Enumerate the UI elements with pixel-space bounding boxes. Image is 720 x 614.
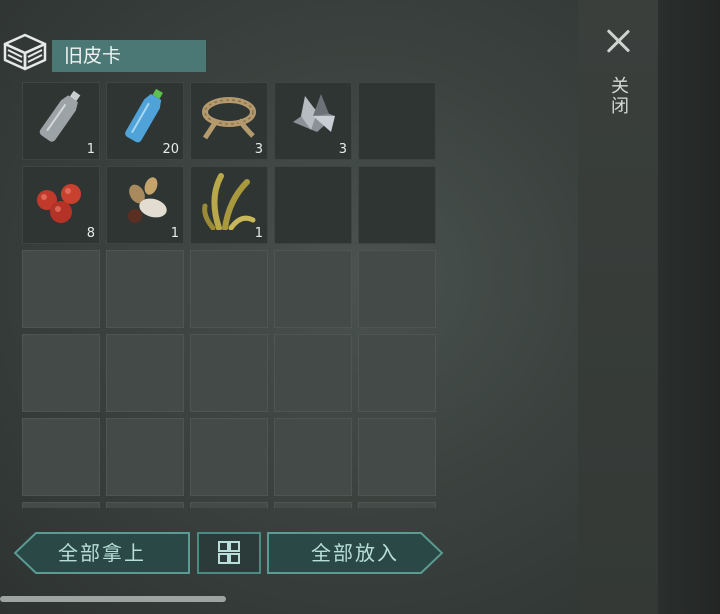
inventory-slot[interactable]	[274, 334, 352, 412]
scrap-metal-icon	[293, 94, 335, 132]
crate-box-icon	[3, 33, 47, 71]
inventory-slot[interactable]	[274, 502, 352, 508]
item-count: 1	[254, 226, 263, 241]
inventory-slot[interactable]: 3	[274, 82, 352, 160]
container-title: 旧皮卡	[52, 40, 206, 72]
put-all-button[interactable]: 全部放入	[267, 532, 443, 574]
inventory-slot[interactable]	[106, 502, 184, 508]
inventory-grid: 1 20 3 3 8 1 1	[22, 82, 436, 508]
inventory-slot[interactable]	[22, 418, 100, 496]
inventory-slot[interactable]: 20	[106, 82, 184, 160]
item-count: 8	[86, 226, 95, 241]
close-x-icon	[603, 26, 633, 56]
item-count: 3	[254, 142, 263, 157]
inventory-slot[interactable]	[190, 334, 268, 412]
inventory-slot[interactable]	[358, 166, 436, 244]
inventory-slot[interactable]	[190, 418, 268, 496]
close-button[interactable]: 关闭	[600, 26, 636, 136]
put-all-label: 全部放入	[311, 541, 399, 565]
inventory-slot[interactable]	[106, 418, 184, 496]
item-count: 20	[162, 142, 179, 157]
inventory-slot[interactable]	[358, 250, 436, 328]
inventory-slot[interactable]	[22, 334, 100, 412]
inventory-slot[interactable]	[358, 334, 436, 412]
item-count: 3	[338, 142, 347, 157]
rope-icon	[202, 97, 256, 140]
inventory-slot[interactable]	[274, 418, 352, 496]
inventory-slot[interactable]: 3	[190, 82, 268, 160]
inventory-slot[interactable]	[190, 250, 268, 328]
inventory-slot[interactable]	[22, 502, 100, 508]
inventory-slot[interactable]	[358, 82, 436, 160]
seeds-icon	[128, 177, 167, 223]
inventory-slot[interactable]: 1	[106, 166, 184, 244]
inventory-slot[interactable]	[358, 418, 436, 496]
take-all-button[interactable]: 全部拿上	[14, 532, 190, 574]
item-count: 1	[170, 226, 179, 241]
take-all-label: 全部拿上	[58, 541, 146, 565]
inventory-slot[interactable]	[358, 502, 436, 508]
item-count: 1	[86, 142, 95, 157]
plant-fiber-icon	[202, 173, 256, 230]
empty-plastic-bottle-icon	[39, 90, 81, 142]
inventory-slot[interactable]	[274, 166, 352, 244]
inventory-slot[interactable]: 8	[22, 166, 100, 244]
sort-grid-icon	[218, 541, 240, 564]
sort-button[interactable]	[197, 532, 261, 574]
scrollbar[interactable]	[0, 596, 226, 602]
inventory-slot[interactable]	[274, 250, 352, 328]
red-berries-icon	[37, 184, 81, 223]
inventory-slot[interactable]	[22, 250, 100, 328]
close-label: 关闭	[608, 76, 629, 116]
background-edge	[658, 0, 720, 614]
inventory-slot[interactable]: 1	[190, 166, 268, 244]
inventory-slot[interactable]	[190, 502, 268, 508]
inventory-slot[interactable]	[106, 250, 184, 328]
inventory-slot[interactable]	[106, 334, 184, 412]
inventory-slot[interactable]: 1	[22, 82, 100, 160]
water-bottle-icon	[125, 88, 163, 143]
